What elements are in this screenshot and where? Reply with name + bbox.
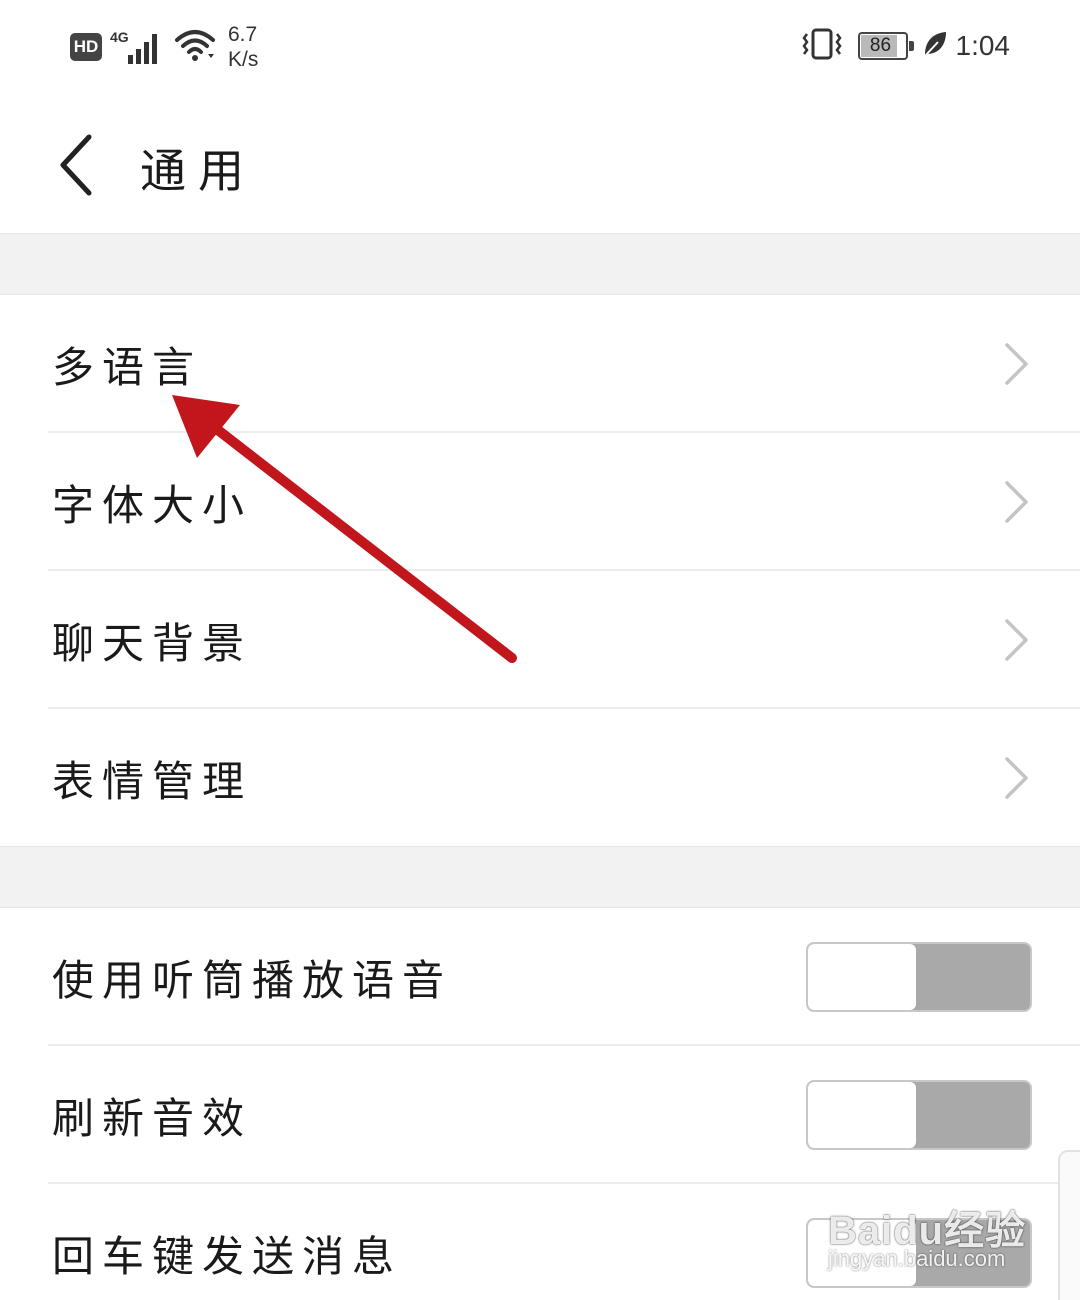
settings-item-refresh-sound: 刷新音效	[0, 1046, 1080, 1184]
battery-level: 86	[869, 35, 892, 56]
status-left: HD 4G 6.7 K/s	[70, 22, 258, 72]
scroll-edge	[1058, 1150, 1080, 1300]
settings-item-sticker-management[interactable]: 表情管理	[0, 709, 1080, 847]
chevron-right-icon	[1005, 757, 1028, 799]
signal-icon: 4G	[110, 27, 164, 67]
leaf-icon	[922, 30, 948, 62]
chevron-right-icon	[1005, 481, 1028, 523]
watermark-url: jingyan.baidu.com	[828, 1246, 1006, 1271]
status-right: 86 1:04	[800, 26, 1011, 66]
chevron-left-icon	[60, 134, 92, 196]
wifi-icon	[174, 28, 216, 66]
vibrate-icon	[800, 28, 844, 64]
status-bar: HD 4G 6.7 K/s 86 1:04	[0, 0, 1080, 95]
settings-item-earpiece-playback: 使用听筒播放语音	[0, 908, 1080, 1046]
settings-item-label: 字体大小	[52, 480, 253, 530]
settings-item-font-size[interactable]: 字体大小	[0, 433, 1080, 571]
back-button[interactable]	[40, 125, 110, 205]
toggle-knob	[808, 1082, 916, 1148]
settings-item-chat-background[interactable]: 聊天背景	[0, 571, 1080, 709]
refresh-sound-toggle[interactable]	[806, 1080, 1032, 1150]
earpiece-playback-toggle[interactable]	[806, 942, 1032, 1012]
hd-icon: HD	[70, 33, 102, 61]
speed-value: 6.7	[228, 23, 258, 46]
settings-general-page: HD 4G 6.7 K/s 86 1:04 通用 多语言 字体大小 聊天背景 表…	[0, 0, 1080, 1300]
settings-item-label: 多语言	[52, 342, 203, 392]
baidu-watermark: Baidu经验 jingyan.baidu.com	[818, 1182, 1048, 1282]
settings-item-label: 回车键发送消息	[52, 1231, 403, 1281]
chevron-right-icon	[1005, 619, 1028, 661]
page-title: 通用	[140, 144, 256, 198]
settings-item-label: 聊天背景	[52, 618, 253, 668]
toggle-knob	[808, 944, 916, 1010]
battery-icon: 86	[857, 32, 914, 60]
settings-item-multilanguage[interactable]: 多语言	[0, 295, 1080, 433]
settings-item-label: 使用听筒播放语音	[52, 955, 453, 1005]
title-bar: 通用	[0, 95, 1080, 233]
section-gap	[0, 233, 1080, 295]
chevron-right-icon	[1005, 343, 1028, 385]
speed-unit: K/s	[228, 48, 259, 71]
network-speed: 6.7 K/s	[228, 22, 258, 72]
section-gap	[0, 846, 1080, 908]
clock: 1:04	[955, 30, 1011, 61]
settings-item-label: 刷新音效	[52, 1093, 253, 1143]
settings-item-label: 表情管理	[52, 756, 253, 806]
